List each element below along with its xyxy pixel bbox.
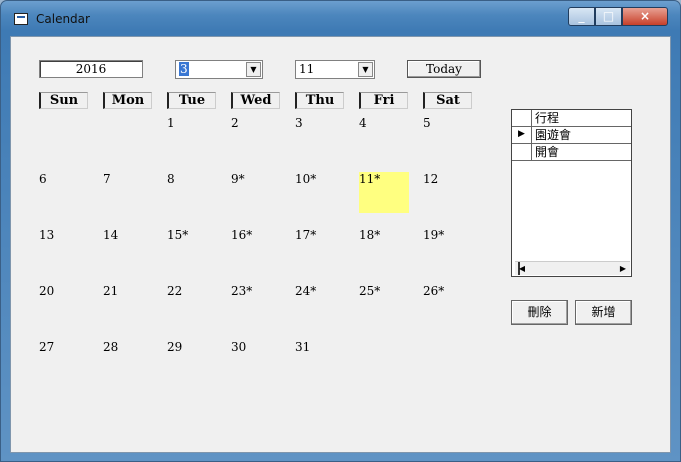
weekday-header: Sun bbox=[39, 92, 88, 109]
month-select[interactable]: 3 ▼ bbox=[175, 60, 263, 79]
day-cell[interactable]: 24* bbox=[295, 284, 316, 298]
day-cell[interactable]: 15* bbox=[167, 228, 188, 242]
day-cell[interactable]: 14 bbox=[103, 228, 118, 242]
day-cell[interactable]: 18* bbox=[359, 228, 380, 242]
chevron-down-icon[interactable]: ▼ bbox=[358, 62, 373, 77]
app-icon bbox=[14, 13, 28, 25]
day-cell[interactable]: 26* bbox=[423, 284, 444, 298]
day-value: 11 bbox=[299, 62, 315, 76]
day-cell[interactable]: 19* bbox=[423, 228, 444, 242]
schedule-row[interactable]: 開會 bbox=[512, 144, 631, 161]
minimize-button[interactable]: _ bbox=[568, 7, 595, 26]
schedule-row[interactable]: ▶ 園遊會 bbox=[512, 127, 631, 144]
window-title: Calendar bbox=[36, 12, 90, 26]
day-cell[interactable]: 4 bbox=[359, 116, 367, 130]
day-cell[interactable]: 2 bbox=[231, 116, 239, 130]
weekday-header: Mon bbox=[103, 92, 152, 109]
delete-button[interactable]: 刪除 bbox=[511, 300, 568, 325]
close-button[interactable]: × bbox=[622, 7, 668, 26]
schedule-header: 行程 bbox=[535, 111, 560, 125]
today-button[interactable]: Today bbox=[407, 60, 481, 78]
horizontal-scrollbar[interactable]: ◀ ▶ bbox=[515, 261, 630, 275]
day-cell[interactable]: 6 bbox=[39, 172, 47, 186]
weekday-header: Tue bbox=[167, 92, 216, 109]
title-bar[interactable]: Calendar _ □ × bbox=[1, 1, 680, 35]
day-cell[interactable]: 11* bbox=[359, 172, 380, 186]
day-cell[interactable]: 27 bbox=[39, 340, 54, 354]
weekday-header: Sat bbox=[423, 92, 472, 109]
maximize-button[interactable]: □ bbox=[595, 7, 622, 26]
day-cell[interactable]: 12 bbox=[423, 172, 438, 186]
day-cell[interactable]: 3 bbox=[295, 116, 303, 130]
day-cell[interactable]: 8 bbox=[167, 172, 175, 186]
weekday-header: Wed bbox=[231, 92, 280, 109]
scroll-left-icon[interactable]: ◀ bbox=[516, 263, 528, 274]
day-cell[interactable]: 30 bbox=[231, 340, 246, 354]
row-pointer-icon: ▶ bbox=[512, 127, 532, 143]
day-cell[interactable]: 16* bbox=[231, 228, 252, 242]
add-button[interactable]: 新增 bbox=[575, 300, 632, 325]
schedule-item[interactable]: 園遊會 bbox=[535, 128, 571, 142]
day-cell[interactable]: 1 bbox=[167, 116, 175, 130]
day-cell[interactable]: 29 bbox=[167, 340, 182, 354]
day-cell[interactable]: 25* bbox=[359, 284, 380, 298]
row-selector bbox=[512, 144, 532, 160]
day-cell[interactable]: 10* bbox=[295, 172, 316, 186]
row-selector bbox=[512, 110, 532, 126]
window: Calendar _ □ × 2016 3 ▼ 11 ▼ Today Sun Mo… bbox=[0, 0, 681, 462]
weekday-header: Fri bbox=[359, 92, 408, 109]
year-input[interactable]: 2016 bbox=[39, 60, 143, 78]
day-cell[interactable]: 17* bbox=[295, 228, 316, 242]
client-area: 2016 3 ▼ 11 ▼ Today Sun Mon Tue Wed Thu Fri Sa… bbox=[10, 36, 671, 453]
day-cell[interactable]: 5 bbox=[423, 116, 431, 130]
schedule-grid[interactable]: 行程 ▶ 園遊會 開會 ◀ ▶ bbox=[511, 109, 632, 277]
chevron-down-icon[interactable]: ▼ bbox=[246, 62, 261, 77]
day-cell[interactable]: 31 bbox=[295, 340, 310, 354]
month-value: 3 bbox=[179, 62, 189, 76]
weekday-header: Thu bbox=[295, 92, 344, 109]
day-cell[interactable]: 20 bbox=[39, 284, 54, 298]
day-cell[interactable]: 23* bbox=[231, 284, 252, 298]
day-cell[interactable]: 7 bbox=[103, 172, 111, 186]
day-cell[interactable]: 22 bbox=[167, 284, 182, 298]
day-cell[interactable]: 21 bbox=[103, 284, 118, 298]
day-cell[interactable]: 9* bbox=[231, 172, 245, 186]
schedule-item[interactable]: 開會 bbox=[535, 145, 559, 159]
scroll-right-icon[interactable]: ▶ bbox=[617, 263, 629, 274]
day-select[interactable]: 11 ▼ bbox=[295, 60, 375, 79]
day-cell[interactable]: 13 bbox=[39, 228, 54, 242]
day-cell[interactable]: 28 bbox=[103, 340, 118, 354]
schedule-header-row: 行程 bbox=[512, 110, 631, 127]
